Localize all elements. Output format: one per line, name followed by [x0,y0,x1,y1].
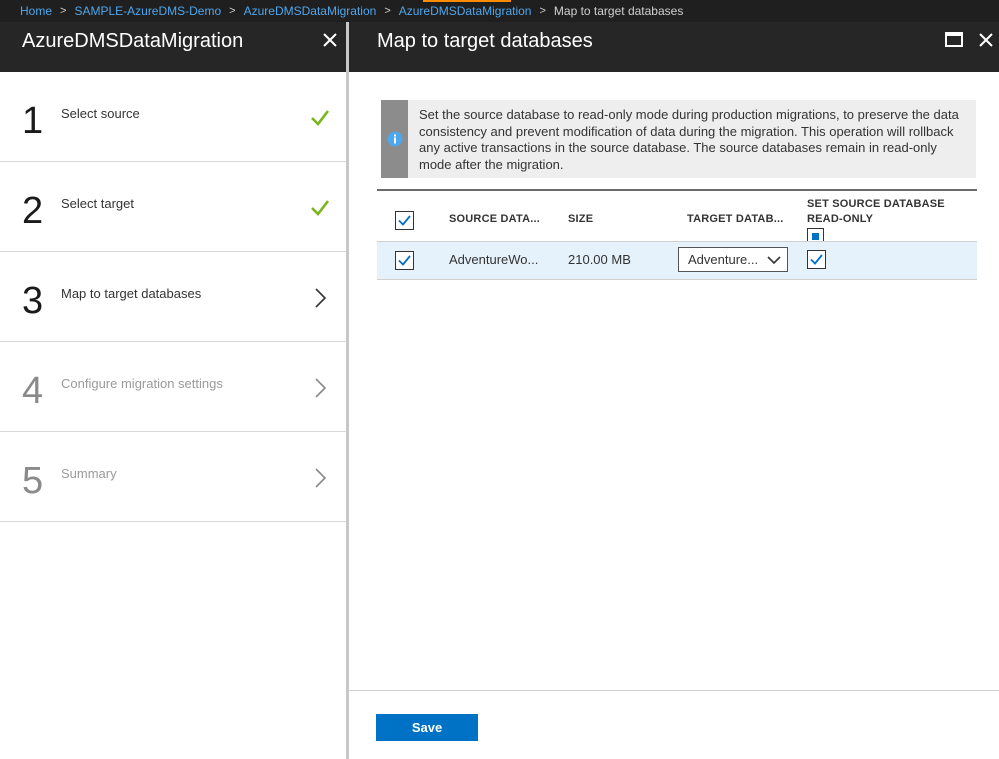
select-all-checkbox[interactable] [395,211,414,230]
footer-divider [349,690,999,691]
active-accent-bar [423,0,511,2]
checkmark-icon [311,110,330,126]
chevron-down-icon [767,256,781,265]
close-left-blade-button[interactable] [318,28,342,52]
step-label: Summary [61,466,117,481]
step-number: 4 [22,370,44,412]
left-blade-header: AzureDMSDataMigration [0,22,346,72]
column-header-target-database[interactable]: TARGET DATAB... [687,213,784,225]
row-select-checkbox[interactable] [395,251,414,270]
step-label: Select target [61,196,134,211]
step-map-target-databases[interactable]: 3 Map to target databases [0,252,346,342]
close-icon [979,33,993,47]
breadcrumb-separator-icon: > [229,5,236,17]
column-header-readonly-line2: READ-ONLY [807,213,874,225]
chevron-right-icon [315,468,327,488]
checkmark-icon [810,254,823,265]
maximize-icon[interactable] [945,32,963,47]
step-number: 2 [22,190,44,232]
breadcrumb-separator-icon: > [384,5,391,17]
info-banner-text: Set the source database to read-only mod… [419,107,959,172]
indeterminate-indicator [812,233,819,240]
info-banner: Set the source database to read-only mod… [381,100,976,178]
right-blade-header: Map to target databases [349,22,999,72]
right-blade-title: Map to target databases [377,30,593,52]
wizard-steps: 1 Select source 2 Select target 3 Map to… [0,72,346,759]
save-button[interactable]: Save [376,714,478,741]
info-banner-strip [381,100,408,178]
left-blade-title: AzureDMSDataMigration [22,30,244,52]
breadcrumb-separator-icon: > [539,5,546,17]
checkmark-icon [398,255,411,266]
chevron-right-icon [315,378,327,398]
breadcrumb-home[interactable]: Home [20,4,52,18]
size-cell: 210.00 MB [568,252,631,267]
column-header-size[interactable]: SIZE [568,213,593,225]
breadcrumb-separator-icon: > [60,5,67,17]
chevron-right-icon [315,288,327,308]
column-header-source-database[interactable]: SOURCE DATA... [449,213,540,225]
step-number: 1 [22,100,44,142]
info-icon [387,131,403,147]
table-header-rule [377,189,977,191]
breadcrumb-service[interactable]: AzureDMSDataMigration [244,4,377,18]
column-header-readonly-line1: SET SOURCE DATABASE [807,198,945,210]
step-number: 5 [22,460,44,502]
breadcrumb-project[interactable]: AzureDMSDataMigration [399,4,532,18]
step-label: Select source [61,106,140,121]
step-configure-migration-settings[interactable]: 4 Configure migration settings [0,342,346,432]
close-right-blade-button[interactable] [975,28,997,52]
step-select-source[interactable]: 1 Select source [0,72,346,162]
target-database-value: Adventure... [688,252,759,267]
close-icon [323,33,337,47]
readonly-checkbox[interactable] [807,250,826,269]
step-number: 3 [22,280,44,322]
step-label: Configure migration settings [61,376,223,391]
step-summary[interactable]: 5 Summary [0,432,346,522]
checkmark-icon [311,200,330,216]
breadcrumb-resource-group[interactable]: SAMPLE-AzureDMS-Demo [74,4,221,18]
step-select-target[interactable]: 2 Select target [0,162,346,252]
blade-divider [346,22,349,759]
breadcrumb: Home > SAMPLE-AzureDMS-Demo > AzureDMSDa… [0,0,999,22]
source-database-cell: AdventureWo... [449,252,539,267]
target-database-dropdown[interactable]: Adventure... [678,247,788,272]
checkmark-icon [398,215,411,226]
breadcrumb-current: Map to target databases [553,4,684,18]
step-label: Map to target databases [61,286,202,301]
